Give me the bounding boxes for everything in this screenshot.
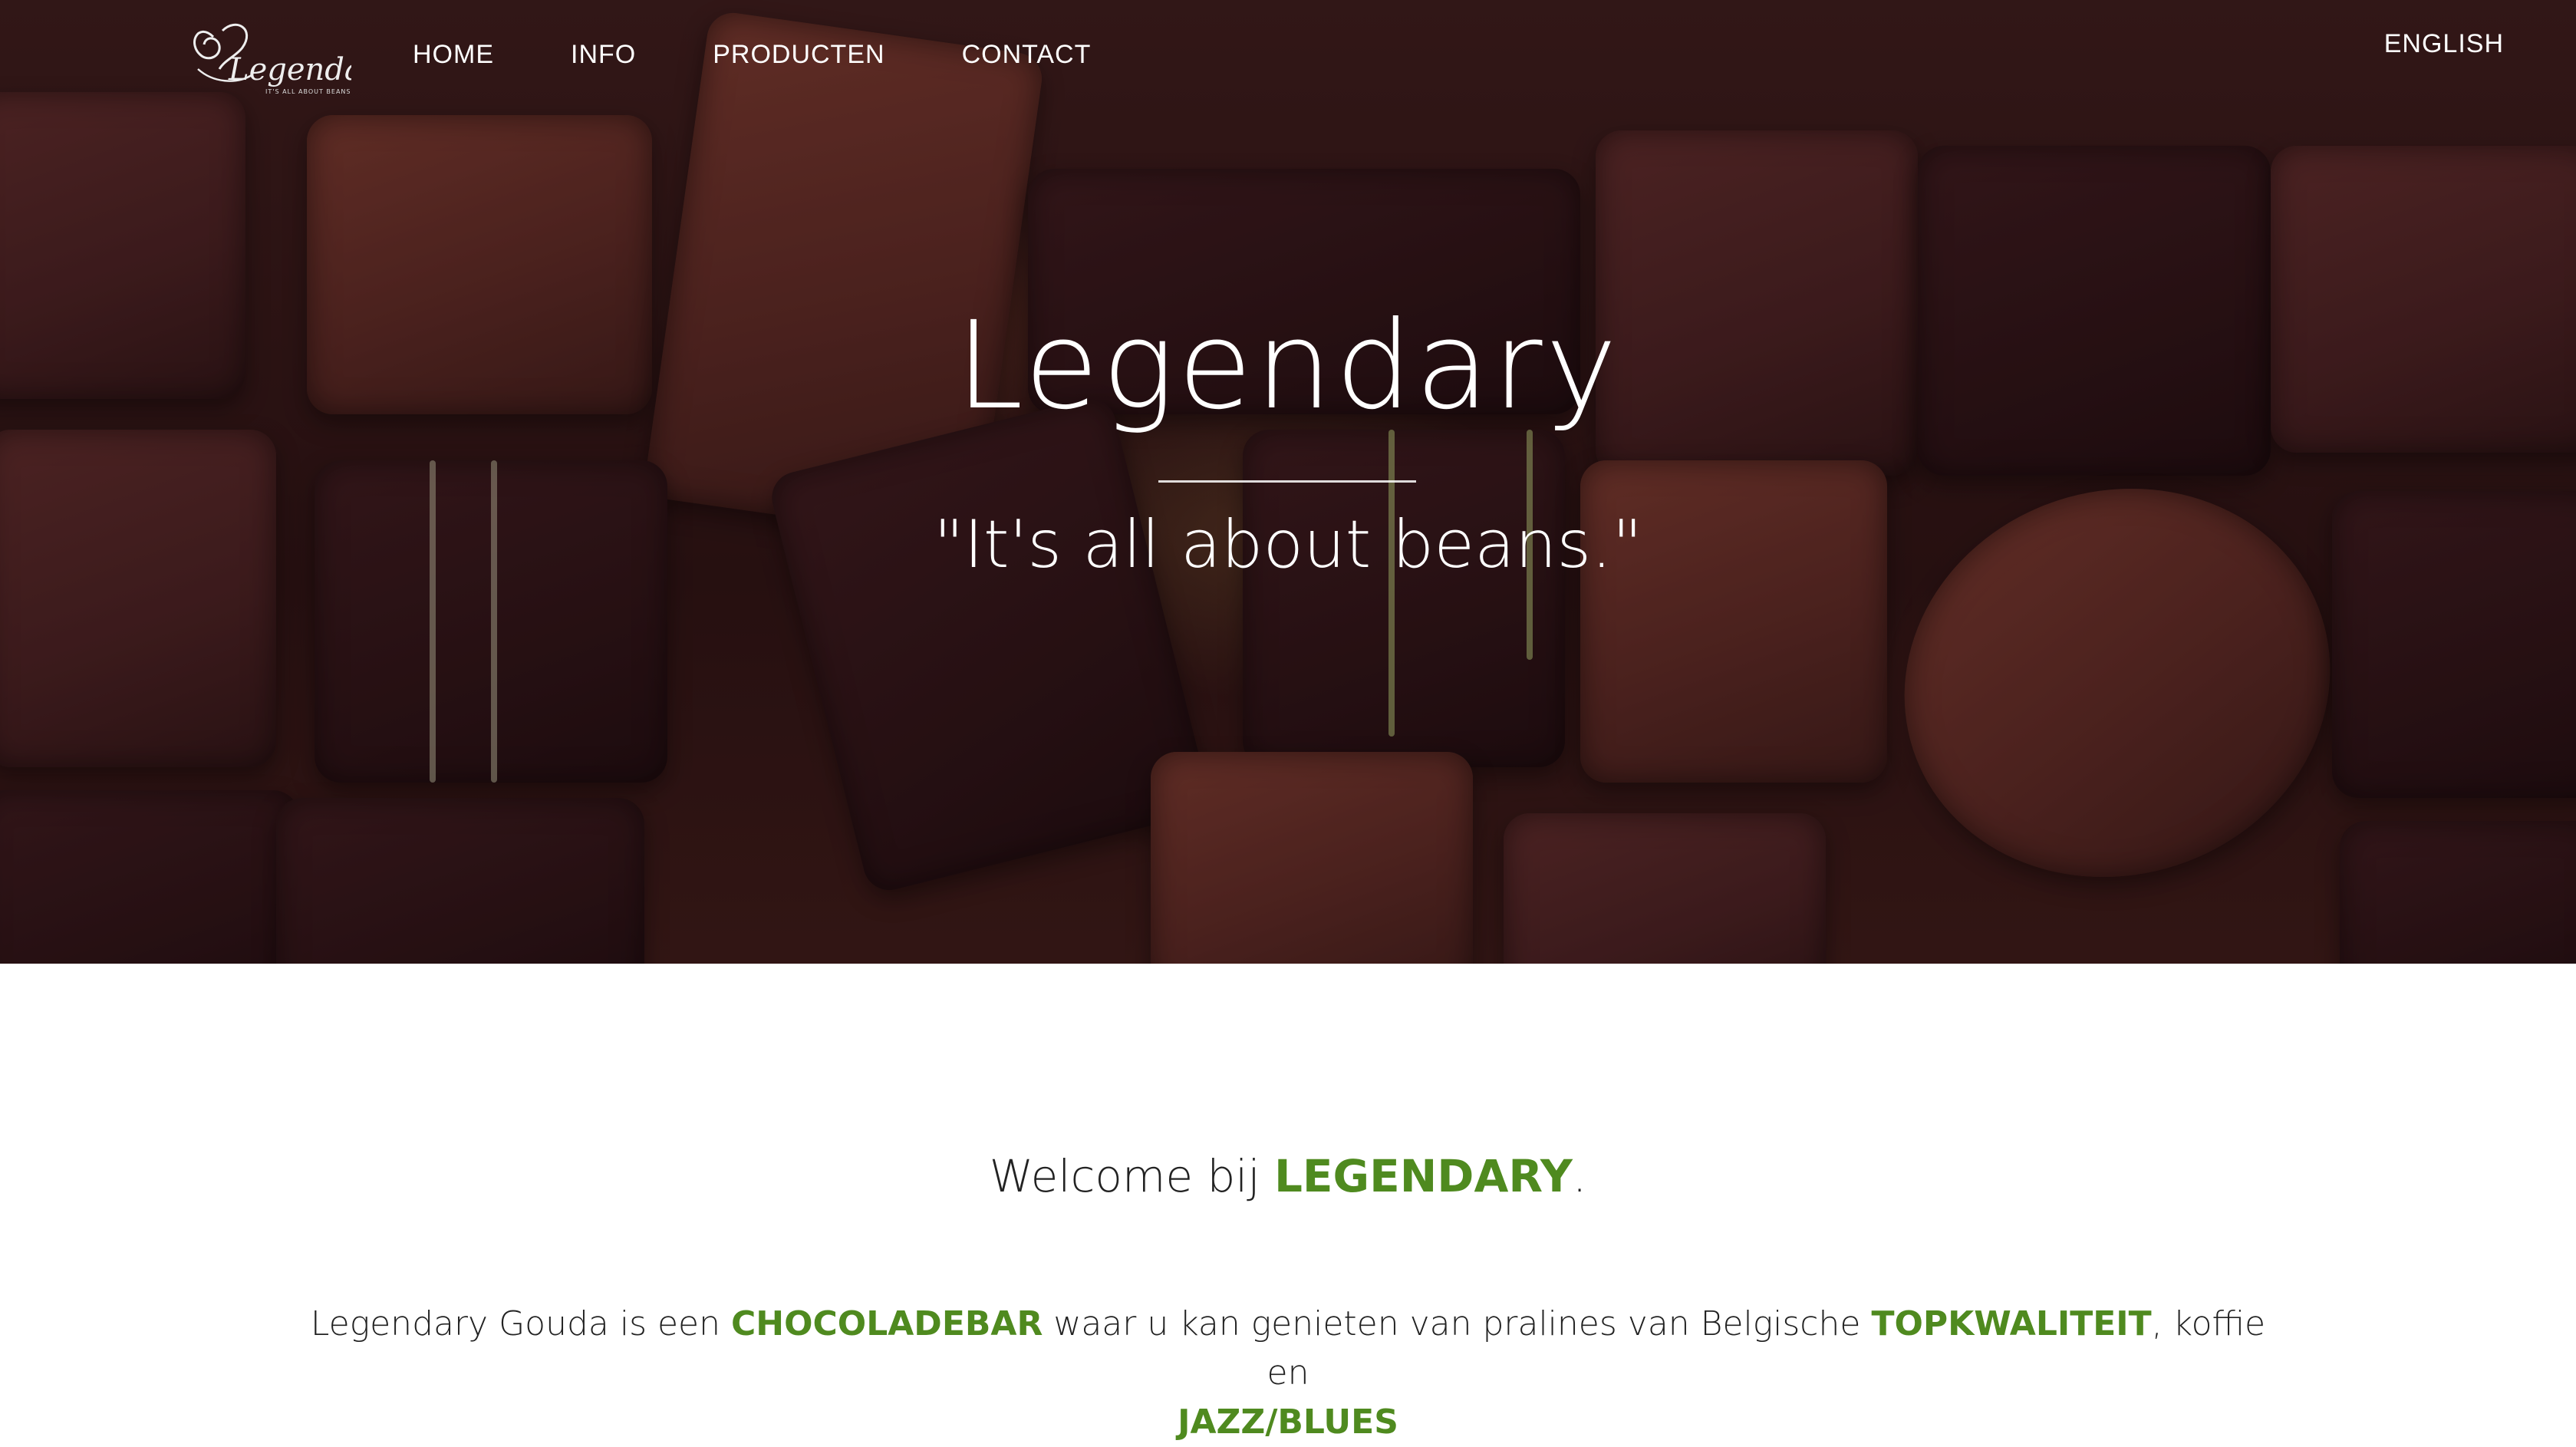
site-logo[interactable]: Legendary IT'S ALL ABOUT BEANS	[183, 14, 396, 100]
nav-producten-link[interactable]: PRODUCTEN	[713, 40, 884, 70]
intro-highlight-jazz-blues: JAZZ/BLUES	[1178, 1403, 1398, 1442]
welcome-section: Welcome bij LEGENDARY. Legendary Gouda i…	[0, 964, 2576, 1442]
legendary-swirl-logo-icon: Legendary IT'S ALL ABOUT BEANS	[193, 23, 396, 95]
welcome-suffix: .	[1572, 1150, 1587, 1202]
nav-info-link[interactable]: INFO	[571, 40, 636, 70]
hero-banner: Legendary IT'S ALL ABOUT BEANS HOME INFO…	[0, 0, 2576, 964]
intro-paragraph: Legendary Gouda is een CHOCOLADEBAR waar…	[292, 1300, 2284, 1447]
welcome-prefix: Welcome bij	[989, 1150, 1274, 1202]
welcome-brand: LEGENDARY	[1273, 1150, 1573, 1202]
hero-divider	[1158, 480, 1416, 483]
language-switch-link[interactable]: ENGLISH	[2384, 29, 2504, 59]
intro-text-1: Legendary Gouda is een	[310, 1304, 731, 1343]
nav-contact-link[interactable]: CONTACT	[962, 40, 1092, 70]
intro-highlight-chocoladebar: CHOCOLADEBAR	[731, 1304, 1043, 1343]
hero-title: Legendary	[955, 295, 1621, 437]
top-navigation: Legendary IT'S ALL ABOUT BEANS HOME INFO…	[0, 0, 2576, 115]
nav-home-link[interactable]: HOME	[413, 40, 494, 70]
logo-tagline: IT'S ALL ABOUT BEANS	[265, 88, 351, 95]
welcome-heading: Welcome bij LEGENDARY.	[0, 1150, 2576, 1202]
main-menu: HOME INFO PRODUCTEN CONTACT	[413, 40, 1168, 70]
logo-wordmark: Legendary	[228, 52, 351, 87]
intro-text-2: waar u kan genieten van pralines van Bel…	[1043, 1304, 1872, 1343]
intro-highlight-topkwaliteit: TOPKWALITEIT	[1871, 1304, 2152, 1343]
hero-tagline: "It's all about beans."	[933, 506, 1643, 583]
